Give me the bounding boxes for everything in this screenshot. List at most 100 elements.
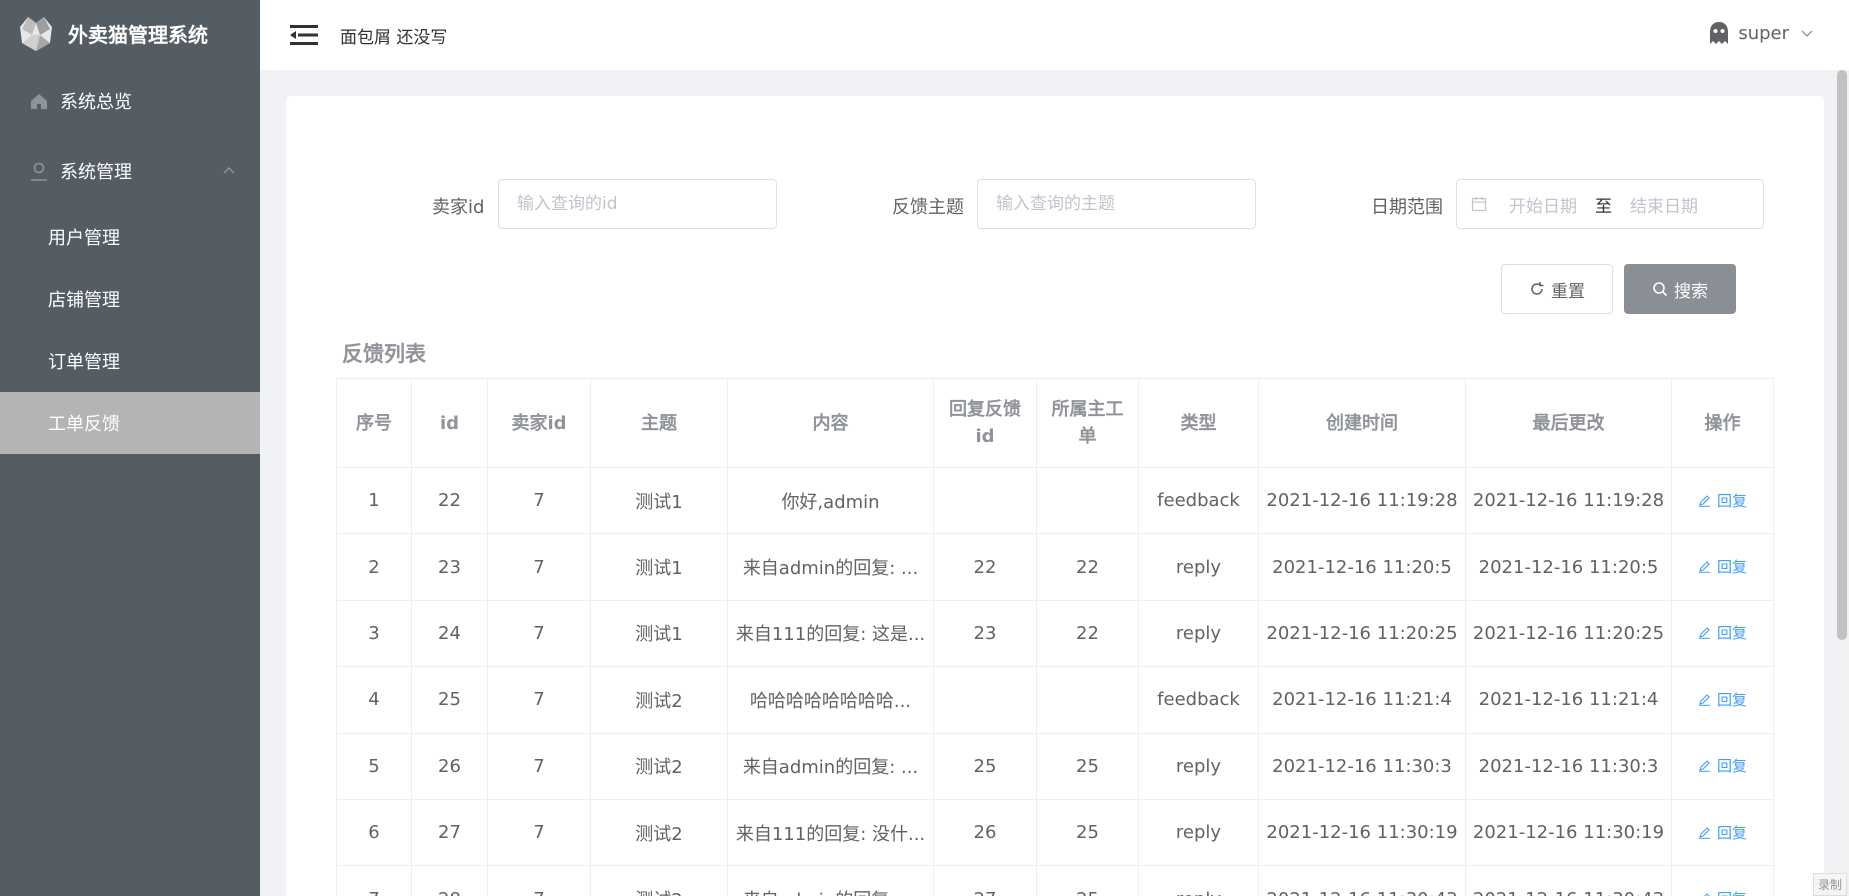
edit-icon	[1698, 560, 1711, 573]
table-cell	[933, 666, 1037, 734]
collapse-menu-icon[interactable]	[290, 23, 318, 47]
seller-id-label: 卖家id	[432, 197, 485, 218]
table-cell	[1036, 666, 1139, 734]
end-date-input[interactable]: 结束日期	[1630, 192, 1698, 217]
column-header: id	[411, 378, 488, 468]
topic-input[interactable]	[977, 179, 1256, 229]
user-menu[interactable]: super	[1706, 20, 1813, 46]
reply-button[interactable]: 回复	[1698, 888, 1747, 896]
topic-label: 反馈主题	[892, 197, 964, 218]
reply-button[interactable]: 回复	[1698, 556, 1747, 577]
table-cell: 3	[336, 599, 412, 668]
table-cell: 7	[487, 599, 591, 668]
reset-button[interactable]: 重置	[1501, 264, 1613, 314]
table-cell: 25	[1036, 798, 1139, 867]
column-header: 主题	[590, 378, 728, 468]
reply-label: 回复	[1716, 823, 1747, 842]
seller-id-input[interactable]	[498, 179, 777, 229]
sidebar-item-label: 用户管理	[48, 228, 120, 249]
sidebar-item-shops[interactable]: 店铺管理	[0, 268, 260, 330]
table-cell: 测试2	[590, 798, 728, 867]
refresh-icon	[1529, 281, 1545, 297]
sidebar-item-overview[interactable]: 系统总览	[0, 66, 260, 136]
table-cell: feedback	[1138, 466, 1259, 535]
table-cell: 测试1	[590, 466, 728, 535]
sidebar-item-label: 系统总览	[60, 92, 132, 113]
search-button[interactable]: 搜索	[1624, 264, 1736, 314]
column-header: 内容	[727, 378, 934, 468]
table-cell-actions: 回复	[1671, 666, 1774, 734]
table-cell: 2021-12-16 11:19:28	[1465, 466, 1672, 535]
sidebar-item-users[interactable]: 用户管理	[0, 206, 260, 268]
reset-label: 重置	[1551, 281, 1585, 302]
sidebar-group-system[interactable]: 系统管理	[0, 136, 260, 206]
table-cell-actions: 回复	[1671, 533, 1774, 601]
feedback-table-wrapper: 序号 id 卖家id 主题 内容 回复反馈id 所属主工单 类型 创建时间 最后更改 操作 1 22 7…	[336, 378, 1774, 896]
table-cell: 测试2	[590, 865, 728, 896]
table-cell: 4	[336, 666, 412, 734]
reply-button[interactable]: 回复	[1698, 755, 1747, 776]
table-cell: 2021-12-16 11:30:43	[1258, 865, 1466, 896]
table-cell: 24	[411, 599, 488, 668]
table-cell-actions: 回复	[1671, 865, 1774, 896]
chevron-up-icon	[222, 164, 236, 178]
table-cell: 测试1	[590, 599, 728, 668]
reply-label: 回复	[1716, 558, 1747, 577]
list-title: 反馈列表	[342, 342, 426, 366]
table-cell: 2	[336, 533, 412, 601]
app-logo[interactable]: 外卖猫管理系统	[0, 0, 260, 66]
date-range-picker[interactable]: 开始日期 至 结束日期	[1456, 179, 1764, 229]
table-row: 4 25 7 测试2 哈哈哈哈哈哈哈哈... feedback 2021-12-16 11:…	[336, 666, 1774, 734]
table-cell: 你好,admin	[727, 466, 934, 535]
column-header: 操作	[1671, 378, 1774, 468]
table-cell: 哈哈哈哈哈哈哈哈...	[727, 666, 934, 734]
table-cell: reply	[1138, 599, 1259, 668]
page-scrollbar[interactable]	[1835, 70, 1849, 896]
table-cell: 2021-12-16 11:20:25	[1258, 599, 1466, 668]
table-cell: 22	[411, 466, 488, 535]
table-cell: feedback	[1138, 666, 1259, 734]
edit-icon	[1698, 759, 1711, 773]
table-row: 7287测试2来自admin的回复: ...2725reply2021-12-1…	[336, 865, 1774, 896]
username: super	[1738, 22, 1789, 44]
table-cell: reply	[1138, 533, 1259, 601]
reply-button[interactable]: 回复	[1698, 622, 1747, 643]
table-cell: 7	[336, 865, 412, 896]
table-row: 2 23 7 测试1 来自admin的回复: ... 22 22 reply 2021-12-1…	[336, 533, 1774, 601]
table-cell: 2021-12-16 11:30:19	[1258, 798, 1466, 867]
sidebar: 外卖猫管理系统 系统总览 系统管理 用户管理 店铺管理 订单管理 工单反馈	[0, 0, 260, 896]
reply-button[interactable]: 回复	[1698, 689, 1747, 710]
sidebar-item-orders[interactable]: 订单管理	[0, 330, 260, 392]
table-cell: 25	[411, 666, 488, 734]
feedback-table: 序号 id 卖家id 主题 内容 回复反馈id 所属主工单 类型 创建时间 最后更改 操作 1 22 7…	[336, 378, 1774, 896]
table-cell: 2021-12-16 11:20:5	[1465, 533, 1672, 601]
table-cell: 来自111的回复: 没什...	[727, 798, 934, 867]
table-cell: 22	[1036, 533, 1139, 601]
table-cell-actions: 回复	[1671, 599, 1774, 668]
edit-icon	[1698, 626, 1711, 640]
table-cell: 27	[933, 865, 1037, 896]
scrollbar-thumb[interactable]	[1837, 70, 1847, 640]
column-header: 类型	[1138, 378, 1259, 468]
sidebar-item-feedback[interactable]: 工单反馈	[0, 392, 260, 454]
reply-button[interactable]: 回复	[1698, 490, 1747, 511]
table-cell	[1036, 466, 1139, 535]
table-cell: reply	[1138, 732, 1259, 800]
column-header: 所属主工单	[1036, 378, 1139, 468]
table-cell: 2021-12-16 11:30:3	[1258, 732, 1466, 800]
column-header: 卖家id	[487, 378, 591, 468]
start-date-input[interactable]: 开始日期	[1509, 192, 1577, 217]
table-cell: 25	[1036, 732, 1139, 800]
date-range-label: 日期范围	[1371, 197, 1443, 218]
table-cell: 2021-12-16 11:20:5	[1258, 533, 1466, 601]
column-header: 创建时间	[1258, 378, 1466, 468]
reply-label: 回复	[1716, 757, 1747, 776]
table-cell-actions: 回复	[1671, 732, 1774, 800]
edit-icon	[1698, 892, 1711, 896]
table-cell: 22	[1036, 599, 1139, 668]
table-cell: 6	[336, 798, 412, 867]
breadcrumb: 面包屑 还没写	[340, 27, 448, 48]
calendar-icon	[1471, 196, 1487, 212]
reply-button[interactable]: 回复	[1698, 822, 1747, 843]
table-cell: 来自111的回复: 这是...	[727, 599, 934, 668]
